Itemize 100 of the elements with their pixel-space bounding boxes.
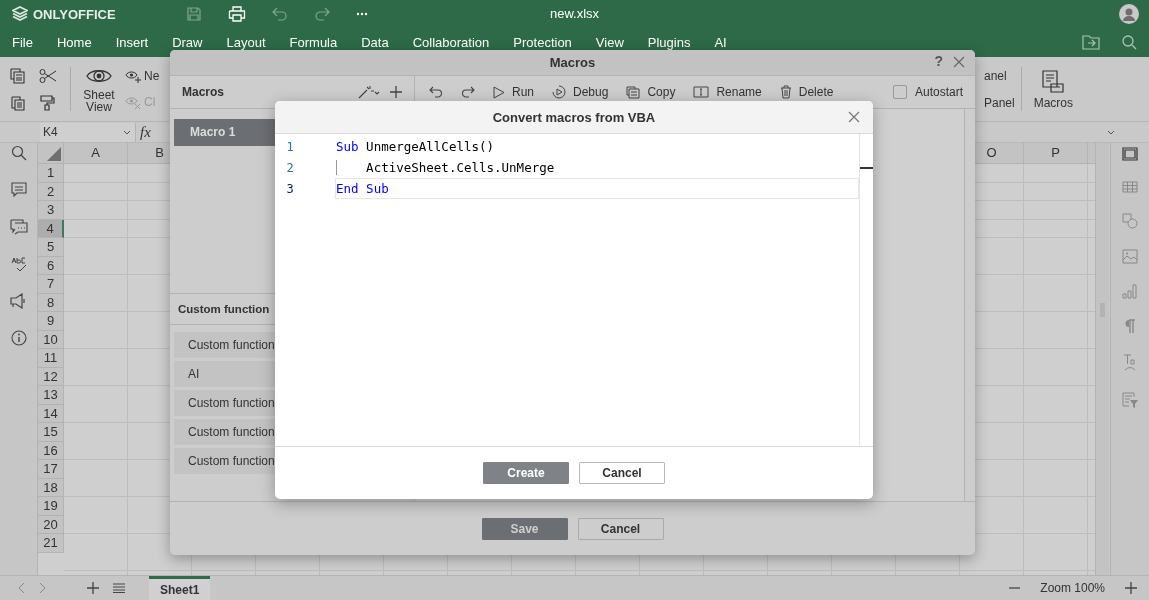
info-icon[interactable] (10, 330, 27, 346)
pivot-filter-icon[interactable] (1122, 392, 1138, 408)
avatar-icon[interactable] (1119, 4, 1139, 24)
close-icon[interactable] (848, 111, 860, 123)
paragraph-icon[interactable] (1124, 319, 1136, 334)
cancel-button[interactable]: Cancel (577, 517, 664, 540)
function-button[interactable]: fx (136, 123, 155, 141)
code-line: End Sub (336, 181, 389, 196)
menu-tab[interactable]: Home (56, 35, 92, 50)
toolbar-button[interactable]: Delete (779, 85, 834, 99)
row-header[interactable]: 9 (38, 312, 64, 331)
scissors-icon[interactable] (39, 67, 57, 84)
trash-icon (779, 85, 792, 99)
cancel-button[interactable]: Cancel (579, 462, 665, 484)
eye-cross-icon (125, 95, 141, 109)
undo-icon[interactable] (429, 86, 443, 98)
menu-tab[interactable]: Collaboration (412, 35, 490, 50)
dialog-title: Macros (549, 55, 596, 70)
megaphone-icon[interactable] (9, 293, 28, 309)
line-number: 3 (285, 181, 295, 196)
row-header[interactable]: 21 (38, 534, 64, 553)
save-icon[interactable] (185, 6, 202, 22)
sheet-list-icon[interactable] (113, 583, 125, 593)
custom-functions-heading: Custom function (178, 303, 270, 315)
text-art-icon[interactable] (1123, 354, 1137, 372)
create-button[interactable]: Create (483, 462, 569, 484)
format-painter-icon[interactable] (39, 94, 55, 111)
menu-tab[interactable]: File (12, 35, 33, 50)
wand-icon[interactable] (358, 85, 380, 99)
logo-icon (12, 6, 28, 22)
file-name: new.xlsx (548, 6, 601, 21)
copy-icon (626, 85, 641, 99)
app-name: ONLYOFFICE (33, 6, 116, 22)
redo-icon[interactable] (461, 86, 475, 98)
search-icon[interactable] (10, 145, 27, 161)
close-icon[interactable] (953, 56, 965, 68)
name-box[interactable]: K4 (40, 122, 136, 142)
expand-icon[interactable] (1107, 129, 1115, 135)
add-icon[interactable] (390, 86, 402, 98)
menu-tab[interactable]: Data (361, 35, 389, 50)
search-icon[interactable] (1122, 35, 1137, 50)
panel-label[interactable]: anel (983, 68, 1015, 83)
more-icon[interactable] (355, 12, 368, 16)
toolbar-button[interactable]: Copy (626, 85, 676, 99)
line-number: 2 (285, 160, 295, 175)
autostart-checkbox[interactable] (892, 85, 907, 99)
menu-tab[interactable]: Protection (513, 35, 572, 50)
folder-icon[interactable] (1082, 35, 1100, 50)
print-icon[interactable] (227, 6, 246, 22)
menu-tab[interactable]: Formula (289, 35, 338, 50)
row-header[interactable]: 13 (38, 386, 64, 405)
cell-settings-icon[interactable] (1122, 147, 1138, 161)
row-header[interactable]: 5 (38, 238, 64, 257)
menu-tab[interactable]: Layout (226, 35, 266, 50)
toolbar-button[interactable]: Run (493, 85, 534, 99)
menu-tab[interactable]: View (595, 35, 624, 50)
chat-icon[interactable] (9, 219, 28, 235)
next-sheet-icon[interactable] (39, 582, 47, 594)
menu-tab[interactable]: AI (714, 35, 727, 50)
code-line: ActiveSheet.Cells.UnMerge (336, 160, 555, 175)
row-header[interactable]: 1 (38, 164, 64, 183)
add-sheet-icon[interactable] (87, 582, 99, 594)
row-header[interactable]: 19 (38, 497, 64, 516)
table-icon[interactable] (1122, 181, 1138, 193)
macros-icon (1041, 69, 1066, 94)
menu-tab[interactable]: Draw (172, 35, 203, 50)
zoom-in-icon[interactable] (1125, 582, 1137, 594)
code-line: Sub UnmergeAllCells() (336, 139, 495, 154)
row-header[interactable]: 15 (38, 423, 64, 442)
comment-icon[interactable] (10, 182, 27, 198)
previous-sheet-icon[interactable] (17, 582, 25, 594)
menu-tab[interactable]: Plugins (647, 35, 691, 50)
debug-icon (552, 85, 566, 99)
image-icon[interactable] (1122, 249, 1138, 264)
copy-icon[interactable] (10, 67, 26, 84)
play-icon (493, 85, 505, 99)
spellcheck-icon[interactable] (10, 256, 27, 272)
toolbar-button[interactable]: Debug (552, 85, 609, 99)
dialog-title: Convert macros from VBA (492, 109, 656, 125)
eye-plus-icon (125, 69, 141, 83)
row-header[interactable]: 11 (38, 349, 64, 368)
row-header[interactable]: 3 (38, 201, 64, 220)
paste-icon[interactable] (10, 94, 26, 111)
panel-label[interactable]: Panel (983, 95, 1015, 110)
select-all-icon[interactable] (47, 147, 61, 161)
help-button[interactable]: ? (934, 53, 943, 69)
column-header[interactable]: A (64, 143, 128, 163)
row-header[interactable]: 17 (38, 460, 64, 479)
zoom-level: Zoom 100% (1040, 581, 1105, 595)
new-view-label[interactable]: Ne (144, 69, 160, 83)
column-header[interactable]: P (1024, 143, 1088, 163)
vertical-scrollbar[interactable] (1095, 143, 1109, 575)
line-number: 1 (285, 139, 295, 154)
macros-button[interactable]: Macros (1031, 69, 1075, 109)
row-header[interactable]: 7 (38, 275, 64, 294)
rename-icon (693, 86, 710, 98)
sheet-tab[interactable]: Sheet1 (149, 575, 211, 600)
sheet-view-button[interactable]: Sheet View (79, 65, 119, 113)
menu-tab[interactable]: Insert (115, 35, 149, 50)
toolbar-button[interactable]: Rename (693, 85, 762, 99)
